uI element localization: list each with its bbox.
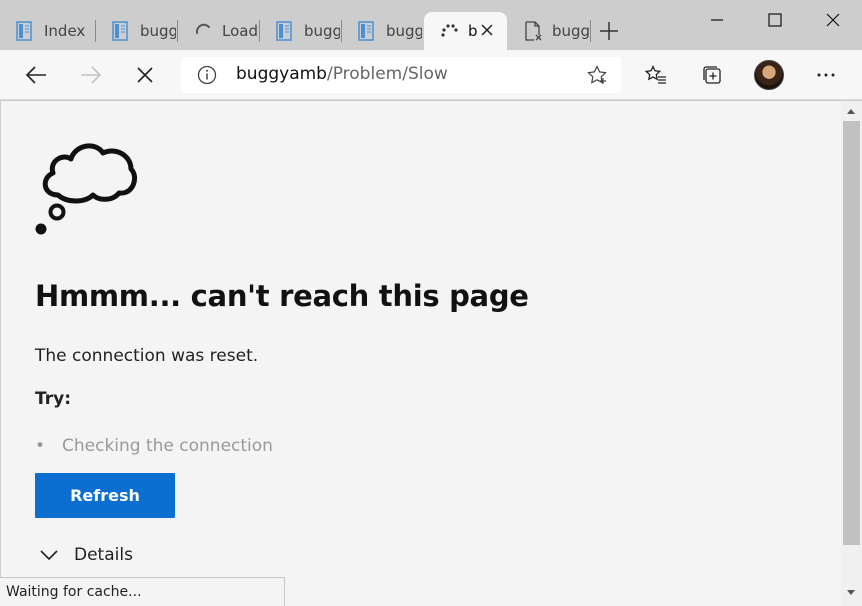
close-icon bbox=[826, 13, 840, 27]
error-message: The connection was reset. bbox=[35, 346, 259, 366]
page-icon bbox=[276, 21, 292, 41]
stop-button[interactable] bbox=[127, 58, 163, 92]
loading-spinner-icon bbox=[195, 23, 210, 34]
tab-buggyamb-1[interactable]: bugg bbox=[96, 12, 176, 50]
tab-label: b bbox=[468, 22, 478, 40]
suggestion-text: Checking the connection bbox=[62, 436, 273, 456]
settings-more-button[interactable] bbox=[808, 58, 844, 92]
scroll-up-arrow-icon[interactable] bbox=[846, 107, 856, 115]
minimize-icon bbox=[711, 19, 723, 21]
stop-icon bbox=[137, 67, 153, 83]
loading-spinner-icon bbox=[441, 24, 458, 37]
profile-avatar[interactable] bbox=[754, 60, 784, 90]
url-text[interactable]: buggyamb/Problem/Slow bbox=[236, 64, 448, 84]
scroll-down-arrow-icon[interactable] bbox=[846, 589, 856, 597]
try-label: Try: bbox=[35, 389, 71, 409]
tab-buggyamb-3[interactable]: bugg bbox=[342, 12, 422, 50]
url-path: /Problem/Slow bbox=[326, 64, 448, 84]
address-bar[interactable]: buggyamb/Problem/Slow bbox=[181, 57, 621, 93]
page-icon bbox=[358, 21, 374, 41]
add-favorite-star-icon[interactable] bbox=[587, 65, 607, 85]
thought-cloud-icon bbox=[35, 143, 137, 235]
collections-icon bbox=[703, 66, 721, 84]
tab-buggyamb-2[interactable]: bugg bbox=[260, 12, 340, 50]
tab-label: Index bbox=[44, 22, 86, 40]
favorites-button[interactable] bbox=[638, 58, 674, 92]
suggestion-item: • Checking the connection bbox=[35, 436, 273, 456]
maximize-button[interactable] bbox=[746, 0, 804, 40]
forward-arrow-icon bbox=[81, 66, 102, 84]
forward-button[interactable] bbox=[73, 58, 109, 92]
broken-page-icon bbox=[525, 21, 542, 41]
tab-label: bugg bbox=[386, 22, 422, 40]
bullet: • bbox=[35, 436, 46, 456]
new-tab-plus-icon[interactable] bbox=[598, 20, 620, 42]
tab-label: Loadi bbox=[222, 22, 258, 40]
error-heading: Hmmm... can't reach this page bbox=[35, 279, 529, 313]
details-label: Details bbox=[74, 545, 133, 565]
more-dots-icon bbox=[817, 73, 835, 77]
tab-label: bugg bbox=[140, 22, 176, 40]
info-icon[interactable] bbox=[197, 65, 217, 85]
status-bar: Waiting for cache... bbox=[0, 577, 285, 606]
minimize-button[interactable] bbox=[688, 0, 746, 40]
navigation-toolbar: buggyamb/Problem/Slow bbox=[0, 50, 862, 100]
page-icon bbox=[16, 21, 32, 41]
tab-strip: Index bugg Loadi bugg bugg b bugg bbox=[0, 0, 862, 50]
tab-label: bugg bbox=[304, 22, 340, 40]
tab-active[interactable]: b bbox=[424, 12, 507, 50]
chevron-down-icon bbox=[40, 550, 58, 561]
tab-loading[interactable]: Loadi bbox=[178, 12, 258, 50]
close-tab-icon[interactable] bbox=[479, 22, 495, 38]
url-host: buggyamb bbox=[236, 64, 327, 84]
scroll-thumb[interactable] bbox=[843, 121, 860, 545]
tab-buggyamb-error[interactable]: bugg bbox=[508, 12, 590, 50]
refresh-button[interactable]: Refresh bbox=[35, 473, 175, 518]
back-button[interactable] bbox=[18, 58, 54, 92]
tab-index[interactable]: Index bbox=[0, 12, 95, 50]
page-icon bbox=[112, 21, 128, 41]
collections-button[interactable] bbox=[694, 58, 730, 92]
tab-label: bugg bbox=[552, 22, 590, 40]
vertical-scrollbar[interactable] bbox=[841, 101, 862, 606]
favorites-icon bbox=[645, 65, 666, 84]
tab-separator bbox=[590, 20, 591, 42]
details-toggle[interactable]: Details bbox=[40, 545, 133, 565]
maximize-icon bbox=[768, 13, 782, 27]
close-window-button[interactable] bbox=[804, 0, 862, 40]
back-arrow-icon bbox=[25, 66, 46, 84]
